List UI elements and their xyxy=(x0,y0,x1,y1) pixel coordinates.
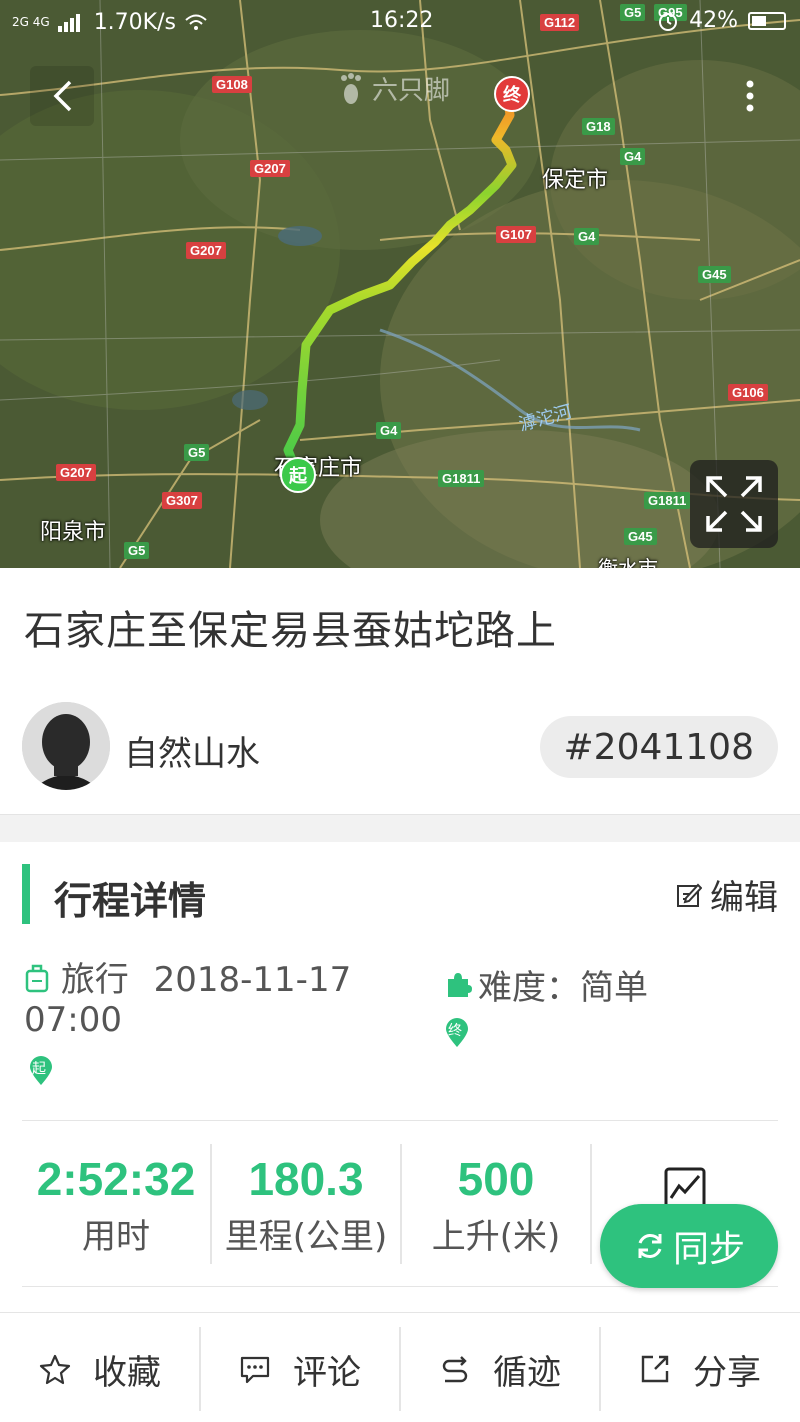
trip-details-header: 行程详情 编辑 xyxy=(22,864,778,924)
trip-title: 石家庄至保定易县蚕姑坨路上 xyxy=(24,608,557,654)
road-label: G307 xyxy=(162,492,202,509)
city-label-baoding: 保定市 xyxy=(542,168,609,193)
watermark: 六只脚 xyxy=(338,70,450,107)
city-label-yangquan: 阳泉市 xyxy=(40,520,107,545)
edit-icon xyxy=(677,883,702,907)
sync-button[interactable]: 同步 xyxy=(600,1204,778,1288)
section-accent-bar xyxy=(22,864,30,924)
stat-ascent-value: 500 xyxy=(457,1153,535,1205)
track-button[interactable]: 循迹 xyxy=(400,1327,600,1411)
avatar[interactable] xyxy=(22,702,110,790)
road-label: G108 xyxy=(212,76,252,93)
start-pin-label: 起 xyxy=(32,1061,46,1077)
route-end-marker[interactable]: 终 xyxy=(494,76,530,112)
battery-icon xyxy=(748,11,786,30)
route-start-marker[interactable]: 起 xyxy=(280,457,316,493)
stat-distance-value: 180.3 xyxy=(248,1153,364,1205)
network-indicator: 2G 4G xyxy=(12,15,50,29)
refresh-icon xyxy=(638,1234,662,1258)
favorite-button[interactable]: 收藏 xyxy=(0,1327,200,1411)
trip-difficulty: 难度：简单 xyxy=(444,960,648,1009)
stat-ascent-label: 上升(米) xyxy=(431,1217,561,1257)
edit-button[interactable]: 编辑 xyxy=(676,870,778,919)
road-label: G45 xyxy=(624,528,657,545)
road-label: G106 xyxy=(728,384,768,401)
star-icon xyxy=(39,1354,71,1385)
comment-icon xyxy=(240,1356,270,1384)
end-pin: 终 xyxy=(444,1018,470,1048)
road-label: G207 xyxy=(186,242,226,259)
road-label: G5 xyxy=(184,444,210,461)
end-pin-label: 终 xyxy=(448,1023,462,1039)
wifi-icon xyxy=(185,14,207,30)
share-label[interactable]: 分享 xyxy=(693,1345,761,1394)
footprint-icon xyxy=(341,72,361,104)
stat-distance: 180.3 里程(公里) xyxy=(212,1144,400,1264)
edit-label[interactable]: 编辑 xyxy=(710,870,778,919)
network-speed: 1.70K/s xyxy=(93,9,176,35)
luggage-icon xyxy=(25,964,49,993)
road-label: G4 xyxy=(574,228,600,245)
more-vertical-icon xyxy=(746,80,754,112)
road-label: G4 xyxy=(620,148,646,165)
favorite-label[interactable]: 收藏 xyxy=(93,1345,161,1394)
stat-ascent: 500 上升(米) xyxy=(402,1144,590,1264)
road-label: G1811 xyxy=(438,470,485,487)
road-label: G4 xyxy=(376,422,402,439)
stat-duration-label: 用时 xyxy=(82,1217,150,1257)
signal-icon xyxy=(57,14,80,32)
more-options-button[interactable] xyxy=(720,66,780,126)
clock: 16:22 xyxy=(370,8,434,33)
trip-type-date: 旅行 2018-11-17 07:00 xyxy=(24,960,404,1040)
road-label: G18 xyxy=(582,118,615,135)
puzzle-icon xyxy=(448,972,472,997)
bottom-action-bar: 收藏 评论 循迹 分享 xyxy=(0,1312,800,1422)
expand-icon xyxy=(706,476,762,532)
avatar-image xyxy=(22,702,110,790)
road-label: G107 xyxy=(496,226,536,243)
fullscreen-button[interactable] xyxy=(690,460,778,548)
section-title: 行程详情 xyxy=(54,879,207,923)
comment-label[interactable]: 评论 xyxy=(293,1345,361,1394)
trip-id-badge: #2041108 xyxy=(539,716,778,778)
city-label-hengshui: 衡水市 xyxy=(598,556,658,568)
difficulty-text: 难度：简单 xyxy=(478,968,648,1008)
sync-label[interactable]: 同步 xyxy=(673,1220,745,1272)
status-bar: 2G 4G 1.70K/s 16:22 42% xyxy=(0,0,800,44)
section-divider xyxy=(0,814,800,842)
stat-duration-value: 2:52:32 xyxy=(36,1153,196,1205)
author-name[interactable]: 自然山水 xyxy=(124,726,260,775)
comment-button[interactable]: 评论 xyxy=(200,1327,400,1411)
battery-percent: 42% xyxy=(689,8,738,33)
alarm-icon xyxy=(659,12,678,31)
road-label: G45 xyxy=(698,266,731,283)
stats-divider-top xyxy=(22,1120,778,1121)
road-label: G207 xyxy=(56,464,96,481)
road-label: G1811 xyxy=(644,492,691,509)
start-pin: 起 xyxy=(28,1056,54,1090)
track-icon xyxy=(442,1356,468,1383)
stat-duration: 2:52:32 用时 xyxy=(22,1144,210,1264)
author-row[interactable]: 自然山水 #2041108 xyxy=(22,702,778,792)
route-map[interactable]: G112 G5 G95 G108 G18 G4 G207 G107 G4 G20… xyxy=(0,0,800,568)
trip-type: 旅行 xyxy=(60,960,129,1000)
share-icon xyxy=(641,1355,669,1383)
road-label: G207 xyxy=(250,160,290,177)
back-button[interactable] xyxy=(30,66,94,126)
watermark-text: 六只脚 xyxy=(372,76,451,106)
stat-distance-label: 里程(公里) xyxy=(224,1217,388,1257)
chevron-left-icon xyxy=(53,80,72,112)
share-button[interactable]: 分享 xyxy=(600,1327,800,1411)
road-label: G5 xyxy=(124,542,150,559)
track-label[interactable]: 循迹 xyxy=(493,1345,561,1394)
